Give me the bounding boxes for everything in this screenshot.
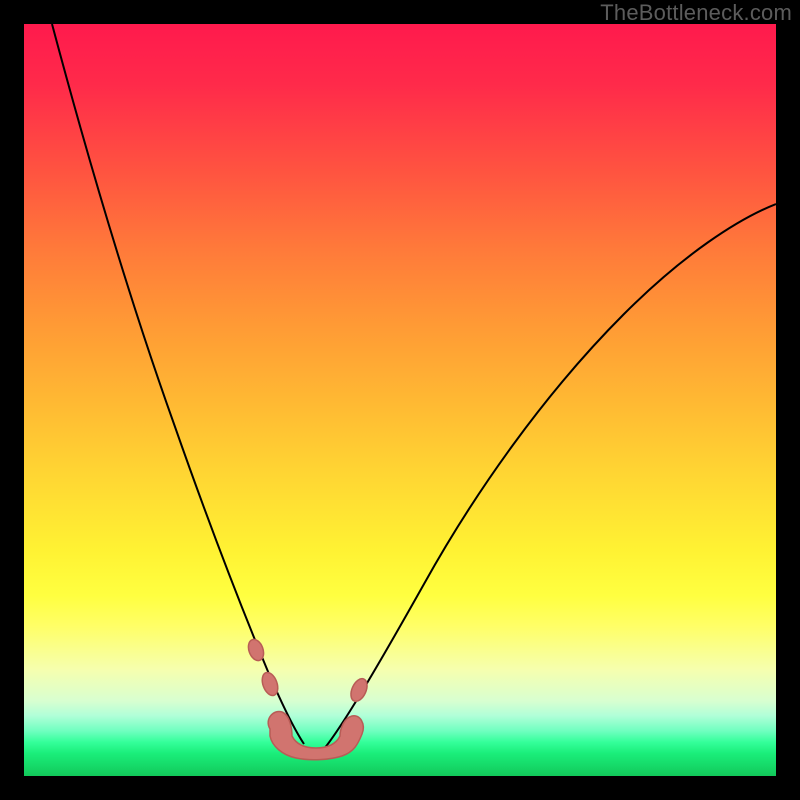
right-curve xyxy=(324,204,776,749)
left-curve xyxy=(52,24,304,744)
valley-blob xyxy=(268,711,363,759)
chart-frame xyxy=(24,24,776,776)
watermark-text: TheBottleneck.com xyxy=(600,0,792,26)
chart-svg xyxy=(24,24,776,776)
right-node xyxy=(348,676,371,704)
